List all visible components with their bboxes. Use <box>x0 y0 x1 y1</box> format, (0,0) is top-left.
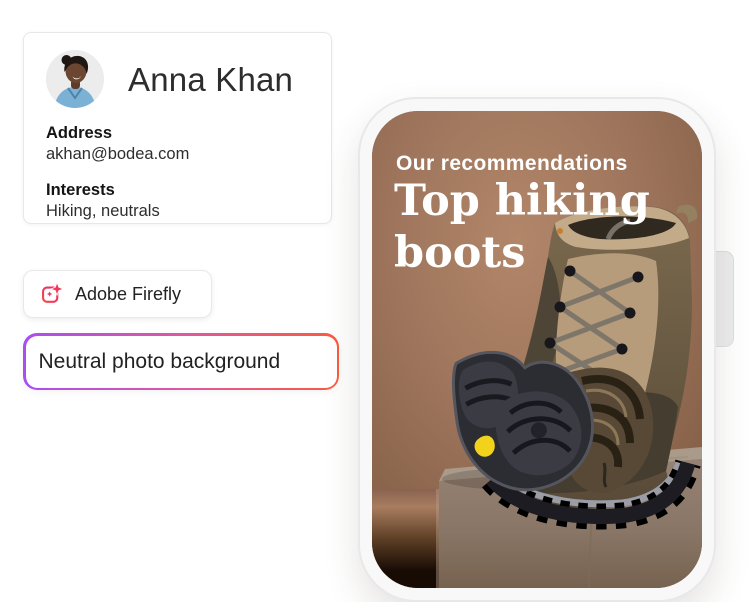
address-label: Address <box>46 124 112 143</box>
screen-eyebrow: Our recommendations <box>396 152 628 176</box>
address-value: akhan@bodea.com <box>46 145 189 164</box>
phone-screen: Our recommendations Top hiking boots <box>372 111 702 588</box>
adobe-firefly-button[interactable]: Adobe Firefly <box>23 270 212 318</box>
interests-value: Hiking, neutrals <box>46 202 160 221</box>
woman-avatar-illustration <box>46 50 104 108</box>
screen-headline: Top hiking boots <box>394 175 682 279</box>
prompt-input[interactable]: Neutral photo background <box>23 333 339 390</box>
phone-mockup: Our recommendations Top hiking boots <box>358 97 716 602</box>
firefly-sparkle-icon <box>40 283 63 306</box>
profile-name: Anna Khan <box>128 62 293 98</box>
prompt-input-field[interactable]: Neutral photo background <box>26 336 337 388</box>
profile-card: Anna Khan Address akhan@bodea.com Intere… <box>23 32 332 224</box>
firefly-button-label: Adobe Firefly <box>75 284 181 305</box>
interests-label: Interests <box>46 181 115 200</box>
avatar <box>46 50 104 108</box>
prompt-text: Neutral photo background <box>39 350 281 374</box>
